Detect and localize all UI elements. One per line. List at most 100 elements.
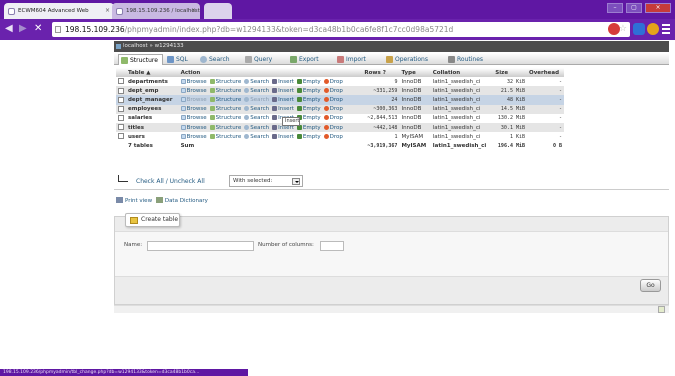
row-checkbox[interactable] xyxy=(118,133,124,140)
browser-tab-ecwm604[interactable]: ECWM604 Advanced Web × xyxy=(4,3,114,19)
empty-action[interactable]: Empty xyxy=(296,87,321,94)
empty-action[interactable]: Empty xyxy=(296,124,321,131)
table-row[interactable]: dept_emp Browse Structure Search Insert Empty… xyxy=(116,86,564,96)
empty-action[interactable]: Empty xyxy=(296,115,321,121)
empty-action[interactable]: Empty xyxy=(296,78,321,85)
skype-extension-icon[interactable] xyxy=(633,23,645,35)
tab-structure[interactable]: Structure xyxy=(118,54,163,65)
browser-menu-icon[interactable] xyxy=(662,24,670,36)
close-tab-icon[interactable]: × xyxy=(191,3,196,19)
new-tab-button[interactable] xyxy=(204,3,232,19)
header-size[interactable]: Size xyxy=(493,68,528,77)
minimize-button[interactable]: – xyxy=(607,3,623,13)
structure-action[interactable]: Structure xyxy=(209,115,241,121)
browse-action[interactable]: Browse xyxy=(180,124,207,131)
structure-action[interactable]: Structure xyxy=(209,124,241,131)
tab-import[interactable]: Import xyxy=(337,54,366,65)
search-action[interactable]: Search xyxy=(244,106,269,112)
insert-action[interactable]: Insert xyxy=(272,96,294,103)
insert-action[interactable]: Insert xyxy=(272,87,294,94)
empty-action[interactable]: Empty xyxy=(296,133,321,140)
drop-action[interactable]: Drop xyxy=(323,78,343,85)
browser-tab-phpmyadmin[interactable]: 198.15.109.236 / localhost × xyxy=(112,3,200,19)
header-table[interactable]: Table ▲ xyxy=(126,68,179,77)
search-action[interactable]: Search xyxy=(244,96,269,103)
browse-action[interactable]: Browse xyxy=(180,115,207,121)
bookmark-star-icon[interactable]: ☆ xyxy=(619,22,627,37)
table-name-link[interactable]: salaries xyxy=(126,113,179,123)
back-arrow-icon[interactable]: ◀ xyxy=(5,23,13,35)
help-icon[interactable]: ? xyxy=(383,70,386,76)
search-action[interactable]: Search xyxy=(244,78,269,85)
row-checkbox[interactable] xyxy=(118,105,124,112)
table-name-link[interactable]: employees xyxy=(126,104,179,114)
search-action[interactable]: Search xyxy=(244,124,269,131)
table-name-link[interactable]: users xyxy=(126,132,179,142)
search-action[interactable]: Search xyxy=(244,133,269,140)
drop-action[interactable]: Drop xyxy=(323,115,343,121)
header-type[interactable]: Type xyxy=(399,68,431,77)
structure-action[interactable]: Structure xyxy=(209,78,241,85)
drop-action[interactable]: Drop xyxy=(323,96,343,103)
drop-action[interactable]: Drop xyxy=(323,87,343,94)
forward-arrow-icon[interactable]: ▶ xyxy=(19,23,27,35)
table-name-link[interactable]: dept_manager xyxy=(126,95,179,105)
structure-action[interactable]: Structure xyxy=(209,87,241,94)
breadcrumb-server[interactable]: localhost xyxy=(123,43,148,49)
table-row[interactable]: employees Browse Structure Search Insert Empt… xyxy=(116,104,564,114)
table-name-link[interactable]: titles xyxy=(126,122,179,133)
structure-action[interactable]: Structure xyxy=(209,106,241,112)
table-row[interactable]: salariesBrowseStructureSearch InsertEmpty… xyxy=(116,113,564,123)
scroll-corner-icon[interactable] xyxy=(658,306,665,313)
browse-action[interactable]: Browse xyxy=(180,78,207,85)
check-all-link[interactable]: Check All / Uncheck All xyxy=(118,175,205,188)
search-action[interactable]: Search xyxy=(244,115,269,121)
tab-export[interactable]: Export xyxy=(290,54,319,65)
empty-action[interactable]: Empty xyxy=(296,106,321,112)
drop-action[interactable]: Drop xyxy=(323,124,343,131)
breadcrumb-database[interactable]: w1294133 xyxy=(155,43,184,49)
header-rows[interactable]: Rows ? xyxy=(362,68,400,77)
browse-action[interactable]: Browse xyxy=(180,96,207,103)
table-row[interactable]: departments Browse Structure Search Insert Em… xyxy=(116,77,564,87)
table-name-input[interactable] xyxy=(147,241,254,251)
drop-action[interactable]: Drop xyxy=(323,133,343,140)
opera-extension-icon[interactable] xyxy=(608,23,620,35)
number-of-columns-input[interactable] xyxy=(320,241,344,251)
address-bar[interactable]: 198.15.109.236/phpmyadmin/index.php?db=w… xyxy=(52,22,630,37)
browse-action[interactable]: Browse xyxy=(180,87,207,94)
print-view-link[interactable]: Print view xyxy=(125,198,152,204)
stop-icon[interactable]: ✕ xyxy=(34,23,42,35)
tab-query[interactable]: Query xyxy=(245,54,272,65)
table-name-link[interactable]: dept_emp xyxy=(126,86,179,96)
structure-action[interactable]: Structure xyxy=(209,96,241,103)
header-overhead[interactable]: Overhead xyxy=(527,68,564,77)
table-row[interactable]: users Browse Structure Search Insert Empty Dro… xyxy=(116,132,564,142)
maximize-button[interactable]: ▢ xyxy=(626,3,642,13)
tab-sql[interactable]: SQL xyxy=(167,54,188,65)
empty-action[interactable]: Empty xyxy=(296,96,321,103)
tab-operations[interactable]: Operations xyxy=(386,54,428,65)
extension-icon[interactable] xyxy=(647,23,659,35)
close-tab-icon[interactable]: × xyxy=(105,3,110,19)
go-button[interactable]: Go xyxy=(640,279,661,292)
row-checkbox[interactable] xyxy=(118,96,124,103)
tab-search[interactable]: Search xyxy=(200,54,230,65)
table-name-link[interactable]: departments xyxy=(126,77,179,87)
with-selected-dropdown[interactable]: With selected: xyxy=(229,175,303,187)
insert-action[interactable]: Insert xyxy=(272,106,294,112)
search-action[interactable]: Search xyxy=(244,87,269,94)
data-dictionary-link[interactable]: Data Dictionary xyxy=(165,198,208,204)
row-checkbox[interactable] xyxy=(118,124,124,131)
row-checkbox[interactable] xyxy=(118,78,124,85)
row-checkbox[interactable] xyxy=(118,87,124,94)
horizontal-scrollbar[interactable] xyxy=(114,305,669,313)
insert-action[interactable]: Insert xyxy=(272,133,294,140)
drop-action[interactable]: Drop xyxy=(323,106,343,112)
insert-action[interactable]: Insert xyxy=(272,78,294,85)
row-checkbox[interactable] xyxy=(118,115,124,122)
header-collation[interactable]: Collation xyxy=(430,68,494,77)
tab-routines[interactable]: Routines xyxy=(448,54,483,65)
close-window-button[interactable]: × xyxy=(645,3,671,13)
browse-action[interactable]: Browse xyxy=(180,133,207,140)
